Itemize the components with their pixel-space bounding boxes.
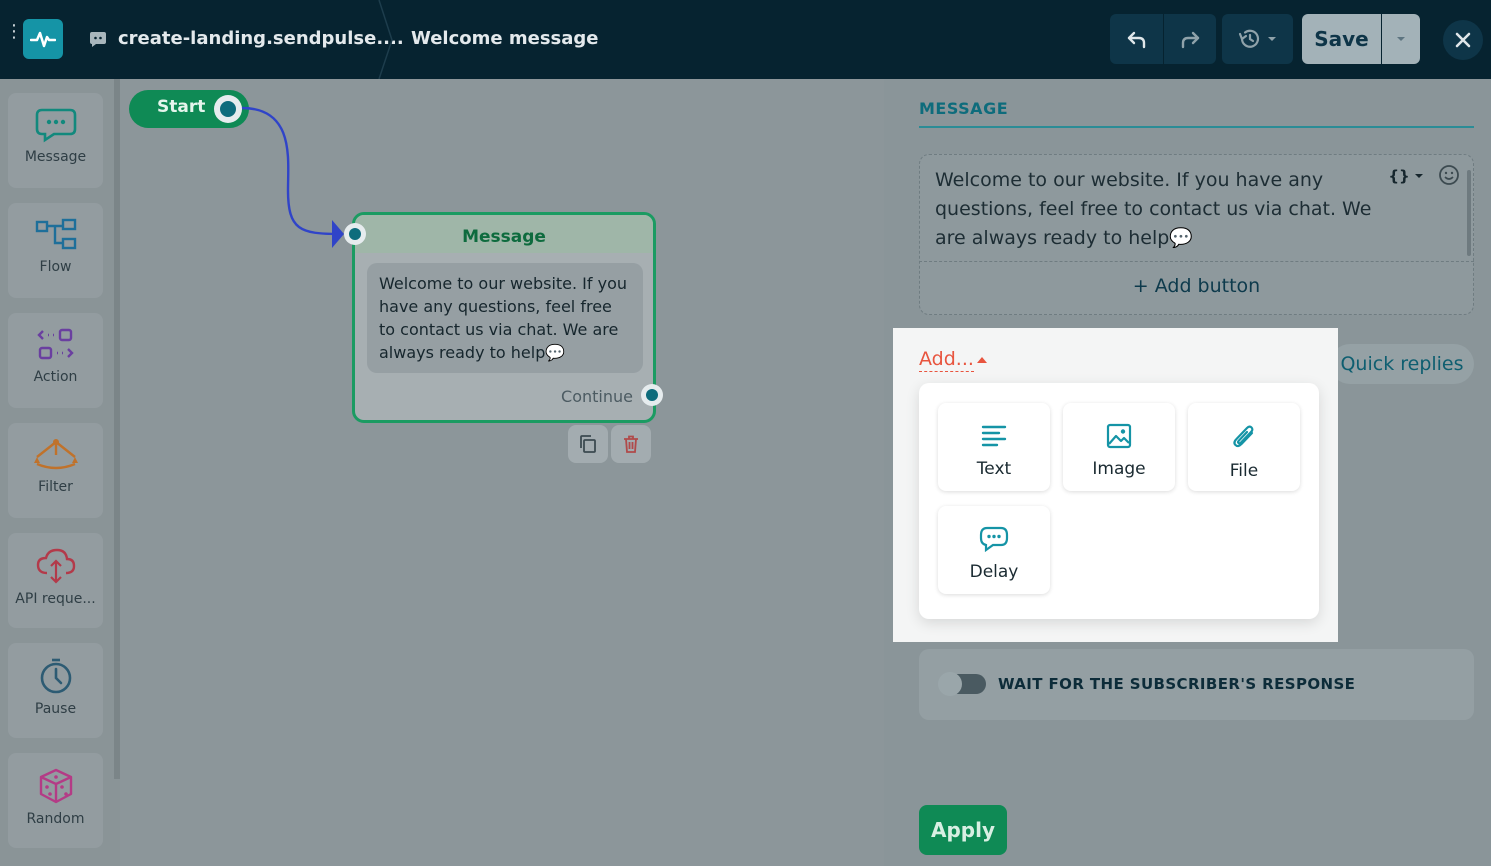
tab-underline: [919, 126, 1474, 128]
sidebar-item-label: Message: [24, 149, 87, 165]
text-lines-icon: [981, 425, 1007, 447]
quick-replies-button[interactable]: Quick replies: [1330, 344, 1474, 384]
save-options-button[interactable]: [1382, 14, 1420, 64]
top-bar: ⋮ create-landing.sendpulse.... Welcome m…: [0, 0, 1491, 79]
chevron-up-icon: [977, 357, 987, 363]
sidebar-item-random[interactable]: Random: [8, 753, 103, 848]
undo-icon: [1127, 31, 1145, 49]
add-content-menu: Text Image File Delay: [919, 383, 1319, 619]
variables-label: {}: [1388, 167, 1410, 185]
emoji-icon[interactable]: [1438, 164, 1460, 186]
add-image-option[interactable]: Image: [1063, 403, 1175, 491]
message-node-text: Welcome to our website. If you have any …: [367, 263, 643, 373]
close-icon: [1455, 32, 1471, 48]
chevron-down-icon: [1397, 37, 1405, 41]
kebab-menu-icon[interactable]: ⋮: [5, 23, 23, 50]
editor-divider: [919, 261, 1474, 262]
delete-node-button[interactable]: [611, 425, 651, 463]
element-sidebar: Message Flow Action Filter API reque... …: [0, 79, 120, 866]
undo-button[interactable]: [1110, 14, 1163, 64]
option-label: Delay: [969, 562, 1019, 582]
chevron-down-icon: [1414, 174, 1423, 178]
message-input-port[interactable]: [344, 223, 366, 245]
flow-icon: [35, 218, 76, 250]
option-label: File: [1229, 461, 1259, 481]
sidebar-item-label: API reque...: [15, 591, 96, 607]
tab-message[interactable]: MESSAGE: [919, 99, 1008, 118]
filter-icon: [33, 439, 78, 470]
duplicate-node-button[interactable]: [568, 425, 608, 463]
wait-response-label: WAIT FOR THE SUBSCRIBER'S RESPONSE: [998, 675, 1356, 693]
pulse-icon: [30, 31, 56, 48]
variables-button[interactable]: {}: [1383, 163, 1429, 189]
history-button[interactable]: [1222, 14, 1293, 64]
redo-icon: [1181, 31, 1200, 49]
add-file-option[interactable]: File: [1188, 403, 1300, 491]
sidebar-item-flow[interactable]: Flow: [8, 203, 103, 298]
bot-chat-icon: [90, 32, 106, 47]
redo-button[interactable]: [1164, 14, 1216, 64]
copy-icon: [580, 435, 596, 453]
stopwatch-icon: [40, 658, 71, 694]
breadcrumb-separator-icon: [378, 0, 393, 79]
history-clock-icon: [1238, 29, 1259, 48]
action-icon: [36, 328, 74, 360]
start-output-port[interactable]: [214, 95, 242, 123]
add-button-link[interactable]: + Add button: [919, 275, 1474, 297]
editor-scrollbar[interactable]: [1467, 170, 1471, 256]
sidebar-item-label: Pause: [34, 701, 77, 717]
option-label: Text: [976, 459, 1012, 479]
option-label: Image: [1092, 459, 1146, 479]
sidebar-item-message[interactable]: Message: [8, 93, 103, 188]
message-node-title: Message: [355, 215, 653, 253]
sidebar-item-label: Action: [33, 369, 78, 385]
paperclip-icon: [1233, 425, 1254, 448]
wait-response-toggle[interactable]: [938, 672, 986, 696]
add-delay-option[interactable]: Delay: [938, 506, 1050, 594]
apply-button[interactable]: Apply: [919, 805, 1007, 855]
sidebar-item-pause[interactable]: Pause: [8, 643, 103, 738]
sidebar-item-filter[interactable]: Filter: [8, 423, 103, 518]
start-label: Start: [157, 97, 206, 117]
chevron-down-icon: [1267, 37, 1276, 41]
message-node[interactable]: Message Welcome to our website. If you h…: [352, 212, 656, 423]
dice-icon: [39, 768, 72, 804]
message-output-port[interactable]: [641, 384, 663, 406]
bot-name[interactable]: create-landing.sendpulse....: [118, 28, 404, 49]
image-icon: [1106, 423, 1132, 449]
delay-bubble-icon: [979, 526, 1009, 552]
add-text-option[interactable]: Text: [938, 403, 1050, 491]
sidebar-item-label: Random: [26, 811, 85, 827]
close-button[interactable]: [1443, 20, 1483, 60]
flow-canvas[interactable]: [120, 79, 884, 866]
sidebar-item-label: Flow: [39, 259, 72, 275]
trash-icon: [624, 435, 638, 453]
chat-bubble-icon: [35, 108, 76, 143]
save-button[interactable]: Save: [1302, 14, 1381, 64]
message-text-input[interactable]: Welcome to our website. If you have any …: [935, 166, 1375, 253]
sidebar-item-action[interactable]: Action: [8, 313, 103, 408]
api-cloud-icon: [36, 548, 75, 584]
add-content-trigger[interactable]: Add...: [919, 347, 974, 372]
continue-label: Continue: [561, 387, 633, 406]
app-logo[interactable]: [23, 19, 63, 59]
flow-title: Welcome message: [411, 28, 599, 49]
sidebar-item-api-request[interactable]: API reque...: [8, 533, 103, 628]
sidebar-item-label: Filter: [38, 479, 73, 495]
